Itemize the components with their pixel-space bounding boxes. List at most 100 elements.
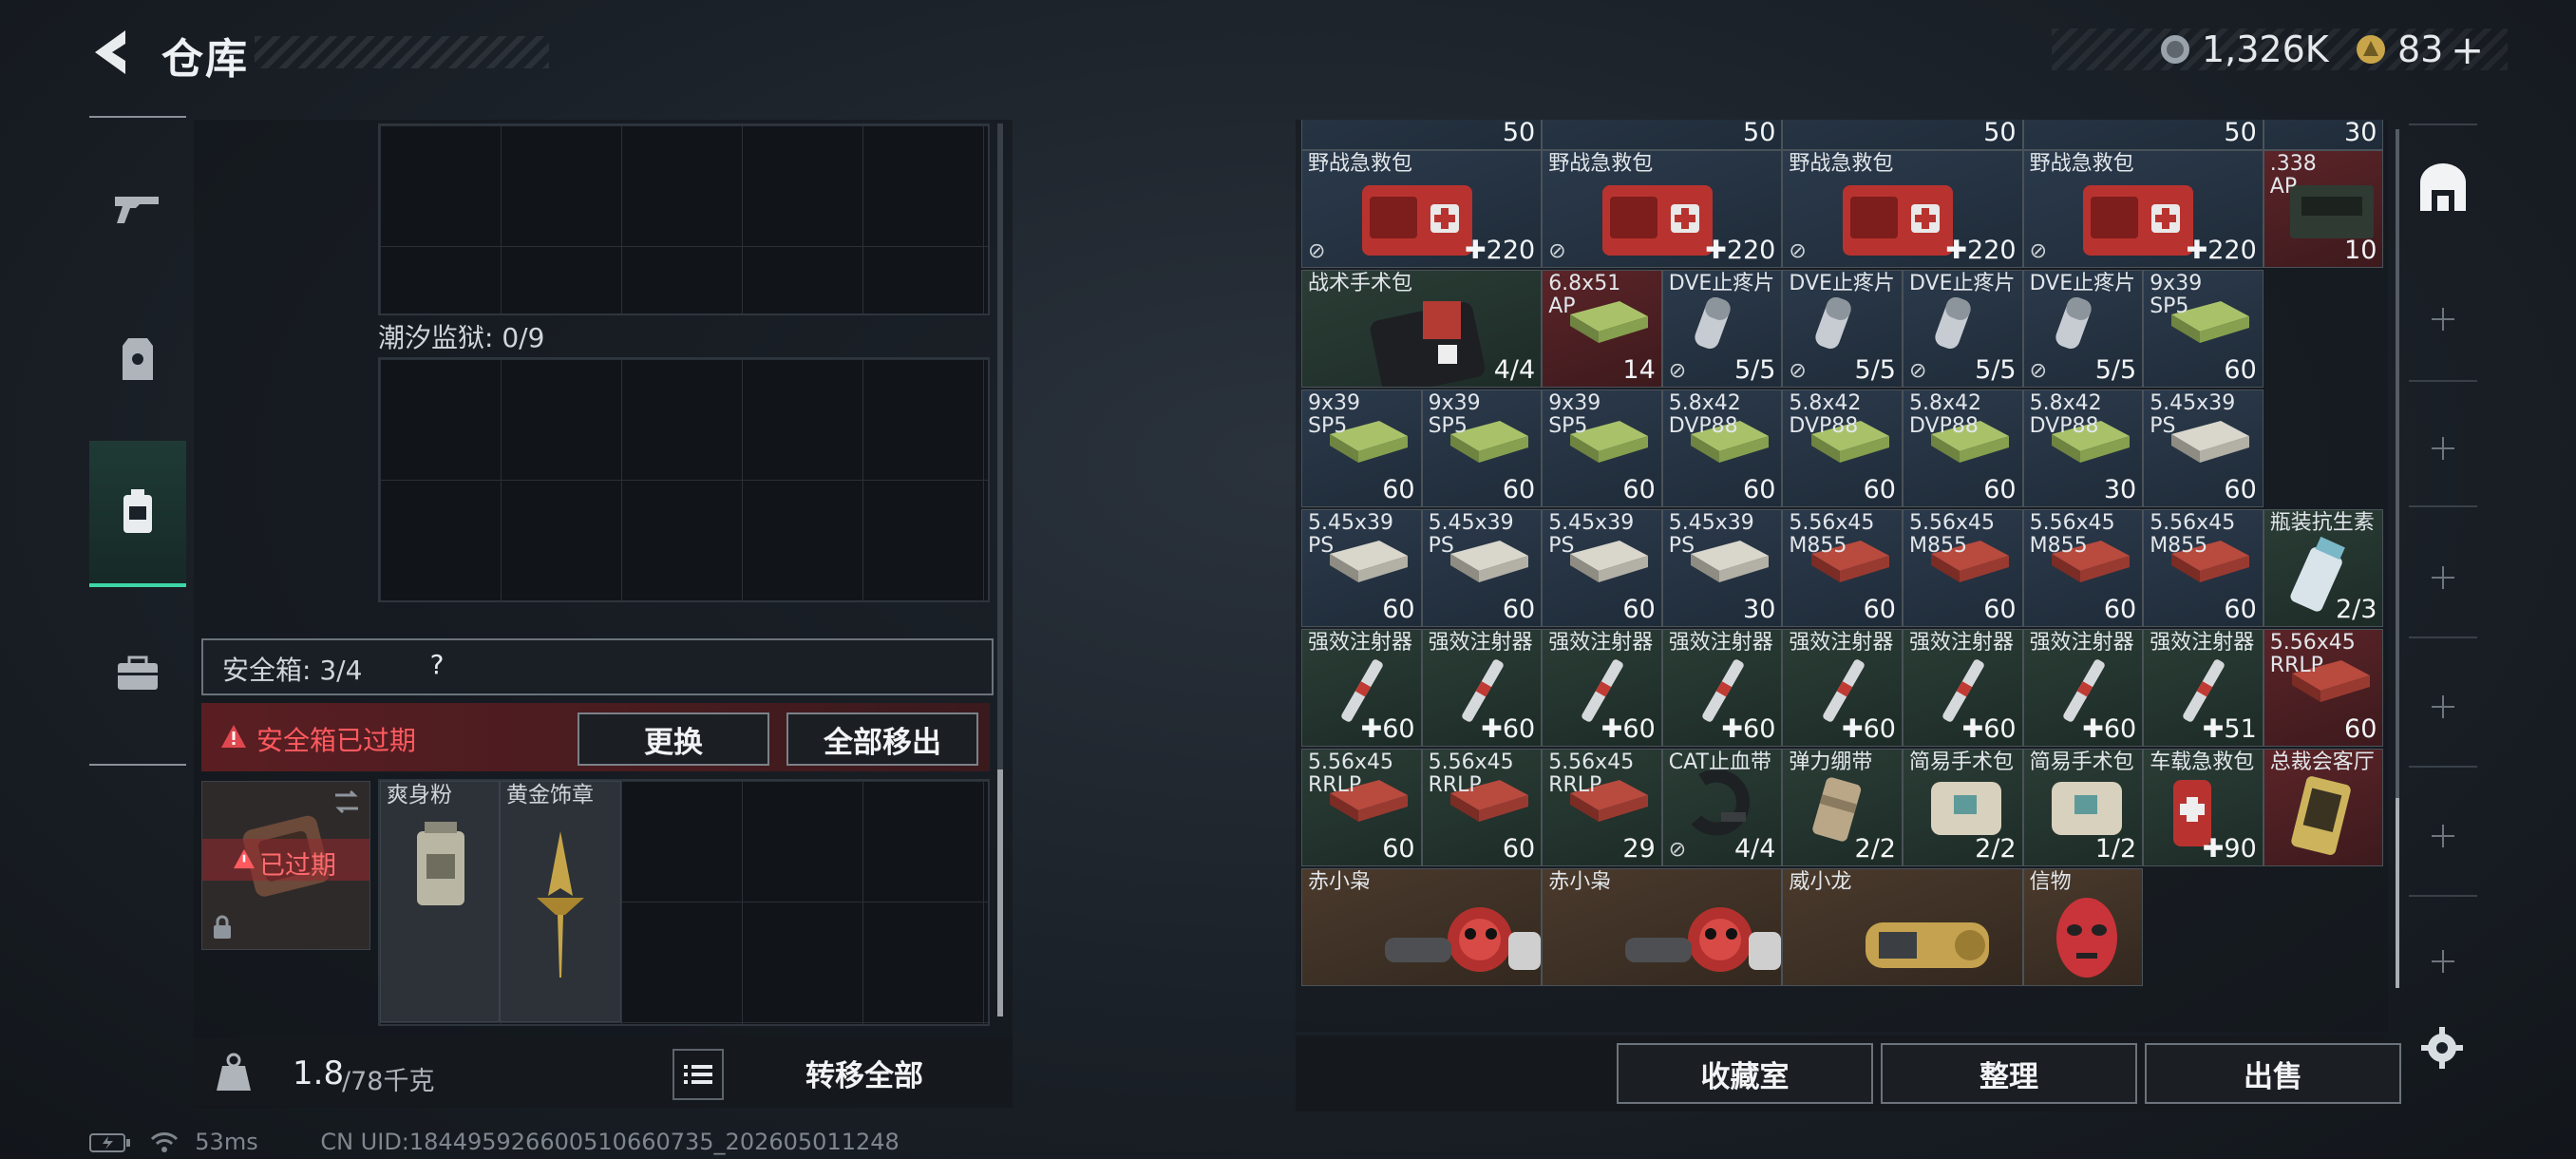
- inventory-cell[interactable]: .338 AP 10: [2263, 150, 2384, 268]
- inventory-cell[interactable]: 9x39 SP5 60: [2143, 270, 2263, 388]
- inventory-cell[interactable]: 50: [1782, 120, 2023, 150]
- inventory-cell[interactable]: 5.56x45 M855 60: [1782, 509, 1903, 627]
- inventory-cell[interactable]: 强效注射器 ✚60: [1903, 629, 2023, 747]
- item-name: 5.45x39 PS: [1308, 511, 1393, 558]
- inventory-cell[interactable]: 野战急救包 ✚220 ⊘: [1301, 150, 1543, 268]
- inventory-cell[interactable]: CAT止血带 4/4 ⊘: [1661, 749, 1783, 866]
- inventory-cell[interactable]: 5.56x45 RRLP 60: [2263, 629, 2384, 747]
- inventory-cell[interactable]: 强效注射器 ✚60: [1661, 629, 1783, 747]
- add-currency-button[interactable]: +: [2451, 27, 2484, 73]
- inventory-cell[interactable]: 50: [2022, 120, 2263, 150]
- inventory-cell[interactable]: 简易手术包 1/2: [2022, 749, 2144, 866]
- tab-weapons[interactable]: [89, 137, 186, 279]
- item-quantity: 5/5: [1975, 355, 2017, 385]
- tab-tools[interactable]: [89, 602, 186, 745]
- inventory-cell[interactable]: DVE止疼片 5/5 ⊘: [1661, 270, 1783, 388]
- back-button[interactable]: [87, 27, 137, 78]
- inventory-cell[interactable]: 强效注射器 ✚60: [2022, 629, 2144, 747]
- item-name: 战术手术包: [1308, 272, 1413, 295]
- tab-containers[interactable]: [89, 441, 186, 587]
- inventory-cell[interactable]: DVE止疼片 5/5 ⊘: [2022, 270, 2144, 388]
- side-divider: [2409, 766, 2477, 768]
- inventory-cell[interactable]: DVE止疼片 5/5 ⊘: [1782, 270, 1903, 388]
- inventory-cell[interactable]: 强效注射器 ✚60: [1542, 629, 1662, 747]
- inventory-cell[interactable]: 50: [1301, 120, 1543, 150]
- inventory-cell[interactable]: 5.56x45 RRLP 60: [1301, 749, 1422, 866]
- inventory-cell[interactable]: 5.8x42 DVP88 30: [2022, 390, 2144, 507]
- inventory-cell[interactable]: 信物: [2022, 868, 2144, 986]
- side-tab-warehouse[interactable]: [2416, 162, 2470, 215]
- item-quantity: 5/5: [1854, 355, 1896, 385]
- inventory-cell[interactable]: 弹力绷带 2/2: [1782, 749, 1903, 866]
- inventory-cell[interactable]: 野战急救包 ✚220 ⊘: [1782, 150, 2023, 268]
- left-scroll-thumb[interactable]: [997, 770, 1003, 1016]
- inventory-cell[interactable]: 5.56x45 M855 60: [2022, 509, 2144, 627]
- swap-icon[interactable]: [331, 788, 362, 816]
- settings-button[interactable]: [2420, 1026, 2464, 1070]
- inventory-cell[interactable]: 瓶装抗生素 2/3: [2263, 509, 2384, 627]
- side-add-button-3[interactable]: [2432, 566, 2454, 589]
- inventory-cell[interactable]: 车载急救包 ✚90: [2143, 749, 2263, 866]
- list-view-button[interactable]: [672, 1049, 724, 1100]
- side-add-button-5[interactable]: [2432, 825, 2454, 847]
- inventory-cell[interactable]: 野战急救包 ✚220 ⊘: [1542, 150, 1783, 268]
- inventory-cell[interactable]: 强效注射器 ✚60: [1782, 629, 1903, 747]
- tab-armor[interactable]: [89, 289, 186, 431]
- item-name: 强效注射器: [1308, 631, 1413, 655]
- inventory-cell[interactable]: 5.45x39 PS 60: [1421, 509, 1543, 627]
- item-gold-badge[interactable]: 黄金饰章: [500, 781, 621, 1022]
- side-divider: [2409, 895, 2477, 897]
- inventory-cell[interactable]: 5.56x45 RRLP 60: [1421, 749, 1543, 866]
- inventory-cell[interactable]: 9x39 SP5 60: [1542, 390, 1662, 507]
- inventory-cell[interactable]: 5.56x45 M855 60: [2143, 509, 2263, 627]
- inventory-scroll-thumb[interactable]: [2396, 798, 2399, 988]
- inventory-cell[interactable]: 5.8x42 DVP88 60: [1903, 390, 2023, 507]
- side-add-button-6[interactable]: [2432, 950, 2454, 973]
- inventory-cell[interactable]: 5.56x45 M855 60: [1903, 509, 2023, 627]
- item-name: 5.45x39 PS: [1548, 511, 1635, 558]
- inventory-cell[interactable]: 5.45x39 PS 60: [1301, 509, 1422, 627]
- item-quantity: 4/4: [1733, 834, 1776, 864]
- item-talcum-powder[interactable]: 爽身粉: [380, 781, 500, 1022]
- transfer-all-button[interactable]: 转移全部: [731, 1045, 997, 1100]
- side-divider: [2409, 380, 2477, 382]
- item-quantity: 60: [2224, 595, 2257, 624]
- inventory-cell[interactable]: 强效注射器 ✚60: [1301, 629, 1422, 747]
- side-add-button-1[interactable]: [2432, 308, 2454, 331]
- inventory-cell[interactable]: 赤小枭: [1542, 868, 1783, 986]
- side-add-button-4[interactable]: [2432, 695, 2454, 718]
- inventory-cell[interactable]: 简易手术包 2/2: [1903, 749, 2023, 866]
- remove-all-button[interactable]: 全部移出: [786, 712, 978, 766]
- inventory-cell[interactable]: 赤小枭: [1301, 868, 1543, 986]
- inventory-cell[interactable]: 6.8x51 AP 14: [1542, 270, 1662, 388]
- sort-button[interactable]: 整理: [1881, 1043, 2137, 1104]
- inventory-cell[interactable]: 9x39 SP5 60: [1301, 390, 1422, 507]
- safe-box-help-button[interactable]: ?: [418, 646, 456, 684]
- inventory-cell[interactable]: 总裁会客厅: [2263, 749, 2384, 866]
- battery-icon: [89, 1133, 130, 1152]
- inventory-cell[interactable]: 9x39 SP5 60: [1421, 390, 1543, 507]
- inventory-cell[interactable]: 5.56x45 RRLP 29: [1542, 749, 1662, 866]
- inventory-cell[interactable]: 5.45x39 PS 60: [2143, 390, 2263, 507]
- inventory-cell[interactable]: 战术手术包 4/4: [1301, 270, 1543, 388]
- inventory-cell[interactable]: 强效注射器 ✚60: [1421, 629, 1543, 747]
- inventory-cell[interactable]: 威小龙: [1782, 868, 2023, 986]
- replace-button[interactable]: 更换: [578, 712, 769, 766]
- inventory-cell[interactable]: DVE止疼片 5/5 ⊘: [1903, 270, 2023, 388]
- collection-room-button[interactable]: 收藏室: [1617, 1043, 1873, 1104]
- no-trade-icon: ⊘: [1308, 239, 1326, 263]
- item-quantity: 14: [1622, 355, 1656, 385]
- inventory-cell[interactable]: 强效注射器 ✚51: [2143, 629, 2263, 747]
- inventory-cell[interactable]: 5.45x39 PS 30: [1661, 509, 1783, 627]
- sell-button[interactable]: 出售: [2145, 1043, 2401, 1104]
- inventory-cell[interactable]: 50: [1542, 120, 1783, 150]
- prison-grid[interactable]: [378, 357, 990, 602]
- inventory-cell[interactable]: 5.8x42 DVP88 60: [1782, 390, 1903, 507]
- side-add-button-2[interactable]: [2432, 437, 2454, 460]
- inventory-cell[interactable]: 30: [2263, 120, 2384, 150]
- safe-box-slot[interactable]: 已过期: [201, 781, 370, 950]
- item-quantity: ✚60: [2082, 714, 2137, 744]
- inventory-cell[interactable]: 野战急救包 ✚220 ⊘: [2022, 150, 2263, 268]
- inventory-cell[interactable]: 5.8x42 DVP88 60: [1661, 390, 1783, 507]
- inventory-cell[interactable]: 5.45x39 PS 60: [1542, 509, 1662, 627]
